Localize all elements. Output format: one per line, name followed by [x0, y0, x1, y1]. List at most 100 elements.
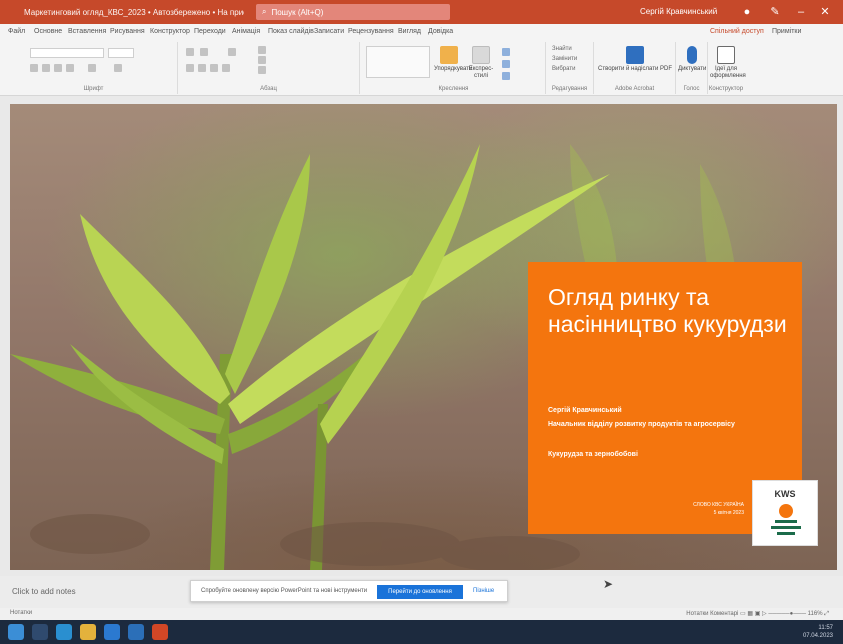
later-link[interactable]: Пізніше	[473, 588, 494, 594]
font-size-field[interactable]	[108, 48, 134, 58]
tab-record[interactable]: Записати	[314, 28, 344, 35]
bullets-icon[interactable]	[186, 48, 194, 56]
slide-title[interactable]: Огляд ринку та насінництво кукурудзи	[548, 284, 788, 338]
system-clock[interactable]: 11:57 07.04.2023	[803, 624, 833, 640]
notification-message: Спробуйте оновлену версію PowerPoint та …	[201, 588, 368, 594]
tab-view[interactable]: Вигляд	[398, 28, 421, 35]
strikethrough-icon[interactable]	[66, 64, 74, 72]
shape-fill-icon[interactable]	[502, 48, 510, 56]
update-button[interactable]: Перейти до оновлення	[377, 585, 463, 599]
voice-group: Диктувати Голос	[676, 42, 708, 94]
justify-icon[interactable]	[222, 64, 230, 72]
word-icon[interactable]	[128, 624, 144, 640]
paragraph-group: Абзац	[178, 42, 360, 94]
minimize-icon[interactable]: –	[794, 5, 808, 19]
document-title: Маркетинговий огляд_КВС_2023 • Автозбере…	[24, 7, 244, 17]
presenter-department[interactable]: Кукурудза та зернобобові	[548, 450, 788, 459]
highlight-icon[interactable]	[114, 64, 122, 72]
adobe-group: Створити й надіслати PDF Adobe Acrobat	[594, 42, 676, 94]
editing-group-label: Редагування	[551, 86, 588, 92]
design-ideas-label: Ідеї для оформлення	[710, 66, 746, 79]
microphone-icon	[687, 46, 697, 64]
editing-group: Знайти Замінити Вибрати Редагування	[546, 42, 594, 94]
font-color-icon[interactable]	[88, 64, 96, 72]
avatar-icon[interactable]: ●	[740, 5, 754, 19]
font-name-field[interactable]	[30, 48, 104, 58]
numbering-icon[interactable]	[200, 48, 208, 56]
tab-help[interactable]: Довідка	[428, 28, 453, 35]
kws-logo: KWS	[752, 480, 818, 546]
text-direction-icon[interactable]	[258, 46, 266, 54]
search-taskbar-icon[interactable]	[32, 624, 48, 640]
presenter-name[interactable]: Сергій Кравчинський	[548, 406, 788, 415]
update-notification: Спробуйте оновлену версію PowerPoint та …	[190, 580, 508, 602]
edge-icon[interactable]	[56, 624, 72, 640]
file-explorer-icon[interactable]	[80, 624, 96, 640]
clock-date: 07.04.2023	[802, 633, 833, 639]
quick-styles-icon	[472, 46, 490, 64]
align-center-icon[interactable]	[198, 64, 206, 72]
tab-slideshow[interactable]: Показ слайдів	[268, 28, 314, 35]
tab-insert[interactable]: Вставлення	[68, 28, 106, 35]
outlook-icon[interactable]	[104, 624, 120, 640]
ribbon: Шрифт Абзац Упорядкувати Експрес-стилі К…	[0, 40, 843, 96]
footer-date: 5 квітня 2023	[713, 510, 744, 516]
shape-effects-icon[interactable]	[502, 72, 510, 80]
windows-taskbar: 11:57 07.04.2023	[0, 620, 843, 644]
line-spacing-icon[interactable]	[228, 48, 236, 56]
create-pdf-label: Створити й надіслати PDF	[598, 66, 672, 72]
align-text-icon[interactable]	[258, 56, 266, 64]
tab-design[interactable]: Конструктор	[150, 28, 190, 35]
select-button[interactable]: Вибрати	[552, 66, 575, 72]
align-right-icon[interactable]	[210, 64, 218, 72]
search-box[interactable]: ⌕ Пошук (Alt+Q)	[256, 4, 450, 20]
tab-review[interactable]: Рецензування	[348, 28, 394, 35]
presenter-role[interactable]: Начальник відділу розвитку продуктів та …	[548, 420, 788, 429]
search-placeholder: Пошук (Alt+Q)	[271, 7, 324, 17]
status-bar: Нотатки Нотатки Коментарі ▭ ▦ ▣ ▷ ─────●…	[0, 608, 843, 620]
quick-styles-label: Експрес-стилі	[468, 66, 494, 79]
designer-group: Ідеї для оформлення Конструктор	[708, 42, 746, 94]
mouse-cursor-icon: ➤	[603, 577, 614, 591]
underline-icon[interactable]	[54, 64, 62, 72]
find-button[interactable]: Знайти	[552, 46, 572, 52]
view-controls[interactable]: Нотатки Коментарі ▭ ▦ ▣ ▷ ─────●─── 116%…	[686, 610, 829, 618]
shape-outline-icon[interactable]	[502, 60, 510, 68]
clock-time: 11:57	[818, 625, 833, 631]
align-left-icon[interactable]	[186, 64, 194, 72]
paragraph-group-label: Абзац	[260, 86, 277, 92]
share-button[interactable]: Спільний доступ	[710, 28, 764, 35]
powerpoint-icon[interactable]	[152, 624, 168, 640]
tab-home[interactable]: Основне	[34, 28, 62, 35]
ribbon-tabs: Файл Основне Вставлення Рисування Констр…	[0, 24, 843, 40]
user-name[interactable]: Сергій Кравчинський	[640, 7, 717, 16]
design-ideas-icon	[717, 46, 735, 64]
dictate-label: Диктувати	[678, 66, 707, 72]
pdf-icon	[626, 46, 644, 64]
design-ideas-button[interactable]: Ідеї для оформлення	[710, 46, 746, 80]
quick-styles-button[interactable]: Експрес-стилі	[466, 46, 496, 80]
create-pdf-button[interactable]: Створити й надіслати PDF	[598, 46, 672, 73]
adobe-group-label: Adobe Acrobat	[614, 86, 655, 92]
pen-icon[interactable]: ✎	[768, 5, 782, 19]
comments-button[interactable]: Примітки	[772, 28, 801, 35]
search-icon: ⌕	[262, 7, 267, 16]
smartart-icon[interactable]	[258, 66, 266, 74]
font-group: Шрифт	[10, 42, 178, 94]
tab-transitions[interactable]: Переходи	[194, 28, 226, 35]
tab-draw[interactable]: Рисування	[110, 28, 145, 35]
font-group-label: Шрифт	[83, 86, 104, 92]
arrange-button[interactable]: Упорядкувати	[434, 46, 472, 73]
notes-placeholder[interactable]: Click to add notes	[12, 587, 76, 596]
tab-file[interactable]: Файл	[8, 28, 25, 35]
kws-emblem-icon	[771, 504, 801, 535]
close-icon[interactable]: ✕	[818, 5, 832, 19]
slide-canvas[interactable]: Огляд ринку та насінництво кукурудзи Сер…	[10, 104, 837, 570]
windows-start-icon[interactable]	[8, 624, 24, 640]
tab-animations[interactable]: Анімація	[232, 28, 260, 35]
shapes-gallery[interactable]	[366, 46, 430, 78]
bold-icon[interactable]	[30, 64, 38, 72]
replace-button[interactable]: Замінити	[552, 56, 577, 62]
italic-icon[interactable]	[42, 64, 50, 72]
dictate-button[interactable]: Диктувати	[678, 46, 706, 73]
